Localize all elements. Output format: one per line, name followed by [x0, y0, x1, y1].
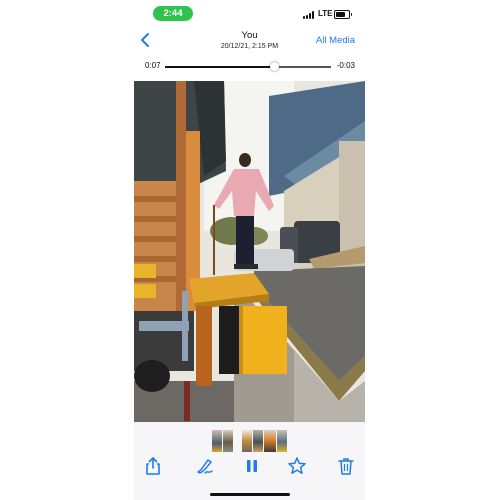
pause-icon[interactable]	[242, 456, 262, 476]
thumbnail[interactable]	[242, 430, 252, 452]
video-frame[interactable]	[134, 81, 365, 422]
cellular-signal-icon	[303, 11, 317, 19]
star-icon[interactable]	[287, 456, 307, 476]
bottom-toolbar	[134, 456, 365, 478]
scrubber-played-track[interactable]	[165, 66, 275, 68]
nav-bar: You 20/12/21, 2:15 PM All Media	[134, 26, 365, 56]
thumbnail[interactable]	[277, 430, 287, 452]
network-type: LTE	[318, 9, 333, 18]
thumbnail[interactable]	[264, 430, 276, 452]
status-time[interactable]: 2:44	[153, 6, 193, 21]
thumbnail[interactable]	[223, 430, 233, 452]
markup-pen-icon[interactable]	[195, 456, 215, 476]
all-media-button[interactable]: All Media	[316, 35, 355, 46]
share-icon[interactable]	[143, 456, 163, 476]
trash-icon[interactable]	[336, 456, 356, 476]
video-still	[134, 81, 365, 422]
video-scrubber[interactable]: 0:07 -0:03	[134, 58, 365, 76]
thumbnail[interactable]	[253, 430, 263, 452]
scrubber-handle[interactable]	[270, 62, 279, 71]
home-indicator[interactable]	[210, 493, 290, 496]
battery-icon	[334, 10, 352, 19]
phone-screen: 2:44 LTE You 20/12/21, 2:15 PM All Media…	[134, 0, 365, 500]
elapsed-time: 0:07	[145, 61, 161, 70]
status-bar: 2:44 LTE	[134, 0, 365, 26]
scrubber-remaining-track[interactable]	[275, 66, 331, 68]
thumbnail[interactable]	[212, 430, 222, 452]
bottom-panel	[134, 422, 365, 500]
remaining-time: -0:03	[336, 61, 355, 70]
